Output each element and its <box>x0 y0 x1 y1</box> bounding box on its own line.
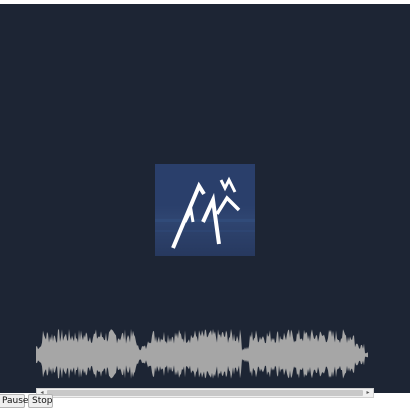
album-artwork <box>155 164 255 256</box>
audio-player: ◂ ▸ <box>0 4 410 398</box>
waveform[interactable] <box>36 324 368 386</box>
waveform-shape <box>36 328 368 379</box>
pause-button[interactable]: Pause <box>0 394 28 408</box>
scroll-right-icon[interactable]: ▸ <box>364 389 372 397</box>
ak-mountain-logo-icon <box>155 176 255 249</box>
stop-button[interactable]: Stop <box>28 394 53 408</box>
waveform-scrollbar[interactable]: ◂ ▸ <box>36 388 374 398</box>
scroll-thumb[interactable] <box>47 390 363 396</box>
